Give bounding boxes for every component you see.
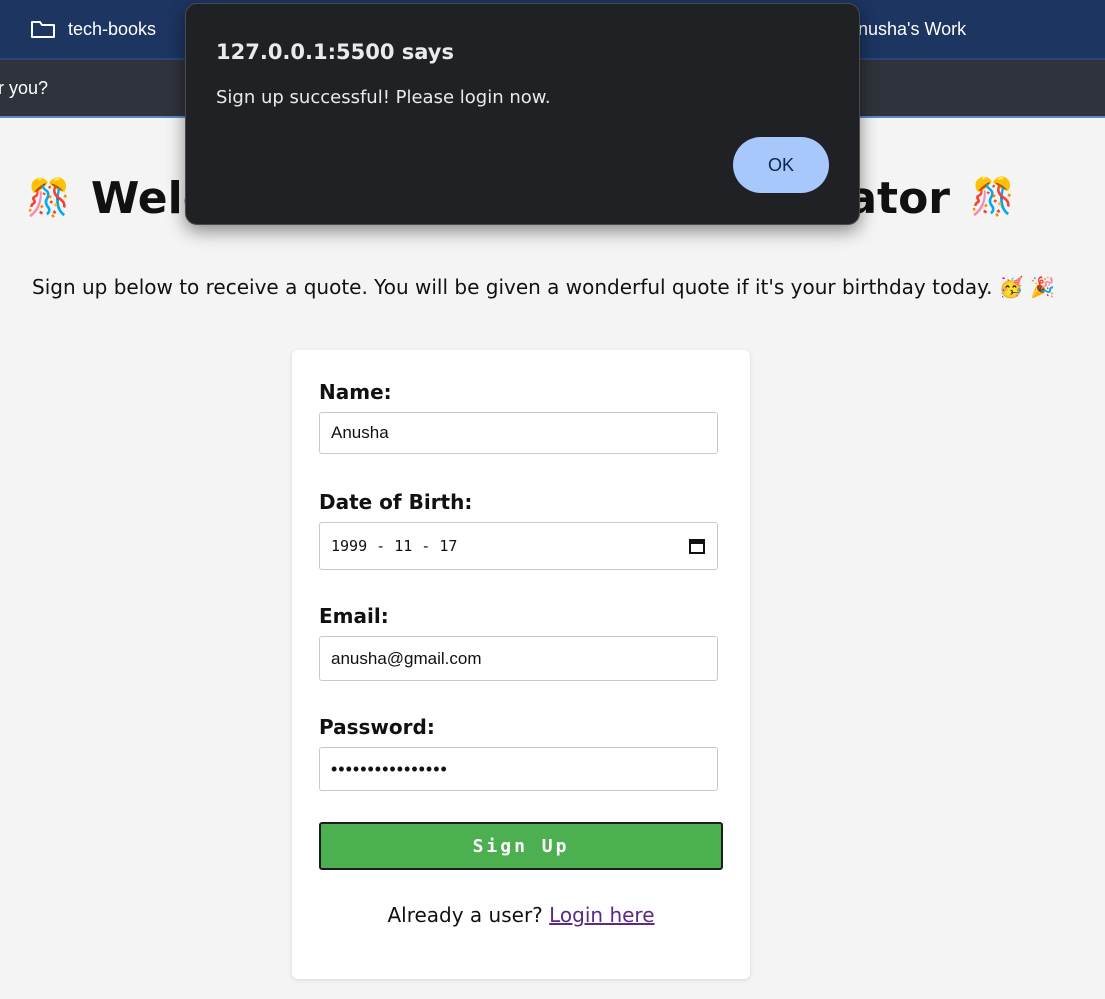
email-input[interactable] (319, 636, 718, 681)
confetti-icon: 🎊 (26, 178, 71, 219)
bookmark-folder-label: tech-books (68, 18, 157, 39)
dob-label: Date of Birth: (319, 490, 473, 514)
info-bar-text: r you? (0, 77, 49, 98)
password-input[interactable]: •••••••••••••••• (319, 747, 718, 791)
ok-button[interactable]: OK (733, 137, 829, 193)
bookmark-label: Anusha's Work (846, 18, 967, 39)
alert-dialog: 127.0.0.1:5500 says Sign up successful! … (185, 3, 860, 225)
dob-value: 1999 - 11 - 17 (331, 537, 458, 555)
email-label: Email: (319, 604, 389, 628)
sign-up-button[interactable]: Sign Up (319, 822, 723, 870)
intro-text: Sign up below to receive a quote. You wi… (32, 275, 1056, 299)
login-link[interactable]: Login here (549, 903, 654, 927)
confetti-icon: 🎊 (970, 177, 1015, 218)
signup-form: Name: Date of Birth: 1999 - 11 - 17 Emai… (292, 350, 750, 979)
folder-icon (31, 21, 55, 38)
calendar-icon[interactable] (688, 537, 706, 555)
bookmark-folder-tech-books[interactable]: tech-books (30, 0, 156, 58)
dialog-title: 127.0.0.1:5500 says (216, 40, 454, 64)
password-label: Password: (319, 715, 435, 739)
dialog-message: Sign up successful! Please login now. (216, 87, 551, 108)
name-input[interactable] (319, 412, 718, 454)
dob-input[interactable]: 1999 - 11 - 17 (319, 522, 718, 570)
login-prompt: Already a user? Login here (292, 903, 750, 927)
password-value: •••••••••••••••• (331, 758, 448, 779)
login-prompt-text: Already a user? (387, 903, 543, 927)
bookmark-anushas-work[interactable]: Anusha's Work (846, 0, 966, 58)
name-label: Name: (319, 380, 392, 404)
